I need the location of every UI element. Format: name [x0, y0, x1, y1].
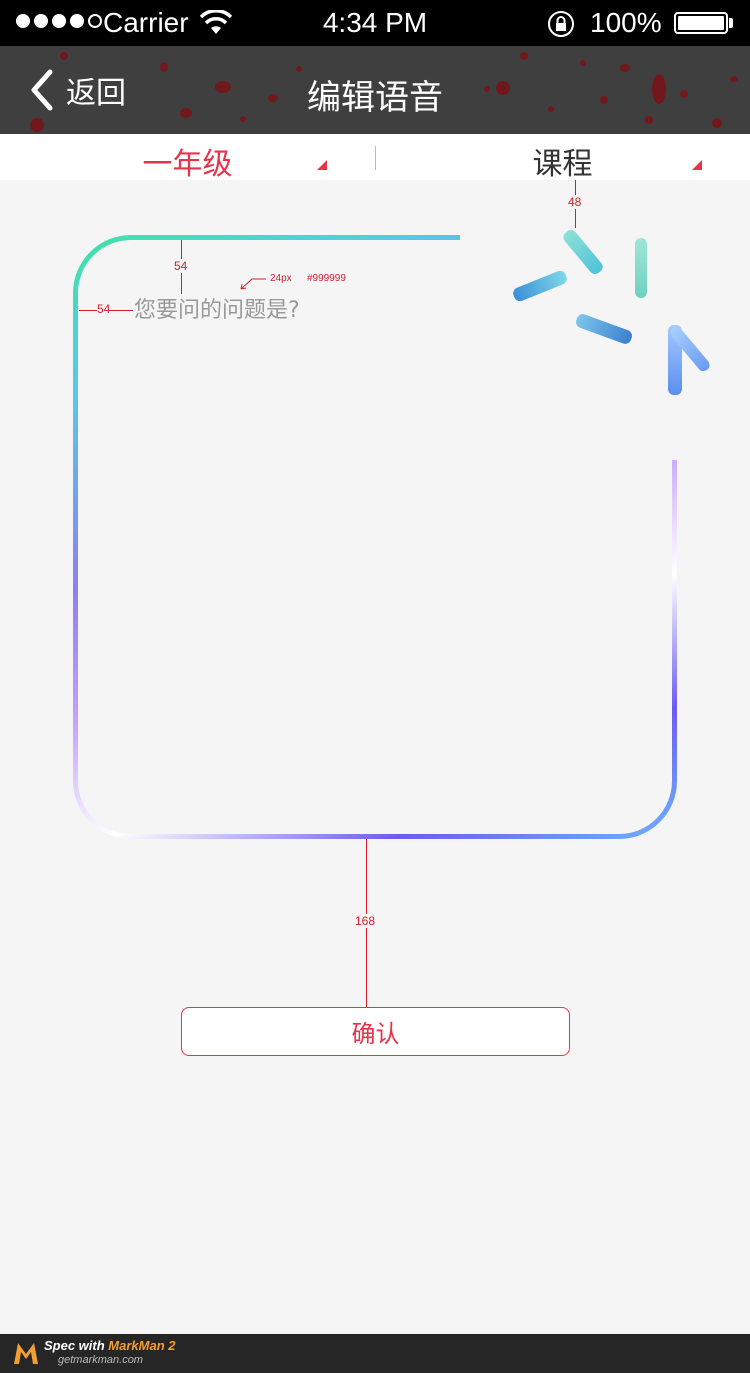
dropdown-triangle-icon — [317, 160, 327, 170]
status-bar: Carrier 4:34 PM 100% — [0, 0, 750, 46]
annotation-font-size: 24px — [270, 273, 292, 284]
crystal-shard-icon — [635, 238, 647, 298]
markman-logo-icon — [14, 1343, 38, 1364]
markman-footer: Spec with MarkMan 2 getmarkman.com — [0, 1334, 750, 1373]
annotation-inner-left: 54 — [97, 302, 111, 316]
dropdown-triangle-icon — [692, 160, 702, 170]
annotation-inner-top: 54 — [174, 259, 188, 273]
annotation-font-color: #999999 — [307, 273, 346, 284]
battery-percentage: 100% — [590, 7, 662, 38]
question-input-placeholder[interactable]: 您要问的问题是? — [134, 292, 300, 324]
navigation-bar: 返回 编辑语音 — [0, 46, 750, 134]
card-border-gap — [460, 228, 690, 460]
footer-site-link[interactable]: getmarkman.com — [58, 1354, 143, 1366]
rotation-lock-icon — [548, 11, 574, 37]
filter-bar: 一年级 课程 — [0, 134, 750, 182]
footer-spec-text: Spec with MarkMan 2 — [44, 1338, 176, 1353]
page-title: 编辑语音 — [307, 78, 443, 118]
annotation-arrow-icon — [240, 278, 266, 290]
annotation-button-gap: 168 — [355, 914, 376, 928]
battery-icon — [674, 12, 728, 34]
confirm-button[interactable]: 确认 — [181, 1007, 570, 1056]
grade-dropdown[interactable]: 一年级 — [0, 134, 375, 182]
annotation-top-gap: 48 — [568, 195, 582, 209]
course-dropdown[interactable]: 课程 — [375, 134, 750, 182]
